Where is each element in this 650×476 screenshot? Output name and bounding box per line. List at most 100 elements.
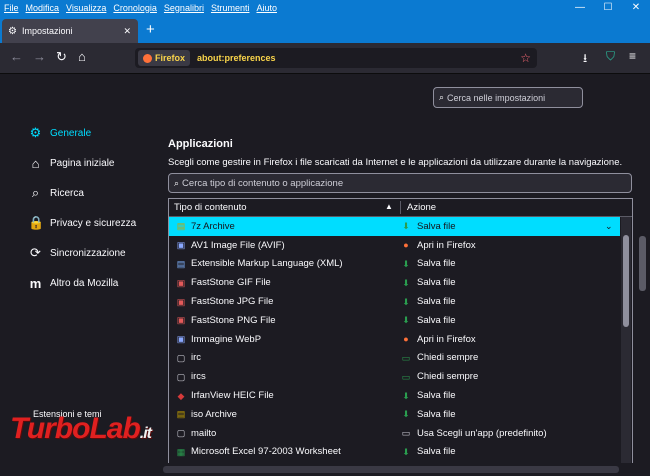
sidebar-item-label: Pagina iniziale — [50, 157, 115, 169]
chevron-down-icon[interactable]: ⌄ — [605, 221, 613, 232]
content-type: Microsoft Excel 97-2003 Worksheet — [191, 446, 341, 458]
menu-strumenti[interactable]: Strumenti — [211, 3, 250, 13]
menu-segnalibri[interactable]: Segnalibri — [164, 3, 204, 13]
menu-cronologia[interactable]: Cronologia — [113, 3, 157, 13]
maximize-icon[interactable]: ☐ — [594, 0, 622, 15]
forward-icon[interactable]: → — [33, 49, 46, 64]
tab-strip: ⚙ Impostazioni ✕ + — [0, 15, 650, 43]
horizontal-scrollbar[interactable] — [0, 463, 650, 476]
choose-app-icon: ▭ — [401, 428, 411, 439]
action-label[interactable]: Apri in Firefox — [417, 334, 476, 345]
gif-file-icon: ▣ — [176, 277, 186, 288]
action-label[interactable]: Salva file — [417, 296, 456, 307]
table-row[interactable]: ▣ FastStone GIF File ⬇ Salva file — [169, 273, 620, 292]
reload-icon[interactable]: ↻ — [56, 49, 67, 65]
identity-box[interactable]: Firefox — [138, 50, 191, 66]
menu-bar: File Modifica Visualizza Cronologia Segn… — [0, 0, 650, 15]
menu-modifica[interactable]: Modifica — [26, 3, 60, 13]
firefox-icon — [143, 53, 152, 63]
action-label[interactable]: Salva file — [417, 221, 456, 232]
home-icon[interactable]: ⌂ — [78, 49, 86, 64]
close-tab-icon[interactable]: ✕ — [123, 26, 131, 37]
url-bar[interactable]: Firefox about:preferences ☆ — [135, 48, 537, 68]
table-row[interactable]: ▣ AV1 Image File (AVIF) ● Apri in Firefo… — [169, 236, 620, 255]
column-divider[interactable] — [400, 201, 401, 214]
excel-file-icon: ▦ — [176, 446, 186, 457]
table-row[interactable]: ▢ ircs ▭ Chiedi sempre — [169, 367, 620, 386]
action-label[interactable]: Chiedi sempre — [417, 371, 478, 382]
menu-visualizza[interactable]: Visualizza — [66, 3, 106, 13]
horizontal-scrollbar-thumb[interactable] — [163, 466, 619, 473]
menu-aiuto[interactable]: Aiuto — [256, 3, 277, 13]
tab-impostazioni[interactable]: ⚙ Impostazioni ✕ — [2, 19, 138, 43]
url-text[interactable]: about:preferences — [197, 53, 520, 63]
table-scrollbar-thumb[interactable] — [623, 235, 629, 327]
close-window-icon[interactable]: ✕ — [622, 0, 650, 15]
minimize-icon[interactable]: — — [566, 0, 594, 15]
table-row[interactable]: ▤ Extensible Markup Language (XML) ⬇ Sal… — [169, 255, 620, 274]
page-scrollbar-thumb[interactable] — [639, 236, 646, 291]
action-label[interactable]: Salva file — [417, 446, 456, 457]
table-header: Tipo di contenuto ▲ Azione — [169, 199, 632, 217]
table-row[interactable]: ▢ irc ▭ Chiedi sempre — [169, 349, 620, 368]
action-label[interactable]: Salva file — [417, 315, 456, 326]
sidebar-item-label: Ricerca — [50, 187, 84, 199]
hamburger-menu-icon[interactable]: ≡ — [629, 49, 636, 63]
sidebar-item-ricerca[interactable]: ⌕ Ricerca — [28, 178, 136, 208]
watermark-lab: Lab — [89, 412, 140, 445]
tab-title: Impostazioni — [21, 26, 73, 36]
png-file-icon: ▣ — [176, 315, 186, 326]
new-tab-button[interactable]: + — [146, 21, 155, 38]
home-icon: ⌂ — [31, 155, 40, 171]
table-row[interactable]: ◆ IrfanView HEIC File ⬇ Salva file — [169, 386, 620, 405]
search-icon: ⌕ — [174, 177, 180, 188]
downloads-icon[interactable]: ⭳ — [583, 49, 587, 70]
sidebar-item-label: Altro da Mozilla — [50, 277, 119, 289]
column-header-action[interactable]: Azione — [407, 202, 436, 213]
action-label[interactable]: Salva file — [417, 390, 456, 401]
search-icon: ⌕ — [439, 92, 445, 102]
table-row[interactable]: ▤ iso Archive ⬇ Salva file — [169, 405, 620, 424]
search-placeholder: Cerca nelle impostazioni — [447, 92, 546, 103]
save-file-icon: ⬇ — [402, 315, 410, 326]
section-description: Scegli come gestire in Firefox i file sc… — [168, 157, 623, 168]
content-type: FastStone GIF File — [191, 277, 271, 289]
action-label[interactable]: Salva file — [417, 277, 456, 288]
table-row[interactable]: ▣ FastStone PNG File ⬇ Salva file — [169, 311, 620, 330]
table-row[interactable]: ▣ FastStone JPG File ⬇ Salva file — [169, 292, 620, 311]
save-file-icon: ⬇ — [402, 296, 410, 307]
sidebar-item-pagina-iniziale[interactable]: ⌂ Pagina iniziale — [28, 148, 136, 178]
action-label[interactable]: Chiedi sempre — [417, 352, 478, 363]
sidebar-item-generale[interactable]: ⚙ Generale — [28, 118, 136, 148]
action-label[interactable]: Apri in Firefox — [417, 240, 476, 251]
menu-file[interactable]: File — [4, 3, 19, 13]
table-scrollbar[interactable] — [621, 217, 631, 464]
back-icon[interactable]: ← — [10, 49, 23, 64]
bookmark-star-icon[interactable]: ☆ — [520, 51, 531, 65]
action-label[interactable]: Usa Scegli un'app (predefinito) — [417, 428, 547, 439]
sidebar: ⚙ Generale ⌂ Pagina iniziale ⌕ Ricerca 🔒… — [28, 118, 136, 298]
watermark-turbo: Turbo — [10, 412, 90, 445]
content-type-filter-input[interactable]: ⌕ Cerca tipo di contenuto o applicazione — [168, 173, 632, 193]
table-row[interactable]: ▣ Immagine WebP ● Apri in Firefox — [169, 330, 620, 349]
xml-file-icon: ▤ — [176, 258, 186, 269]
action-label[interactable]: Salva file — [417, 409, 456, 420]
search-icon: ⌕ — [31, 185, 40, 200]
action-label[interactable]: Salva file — [417, 258, 456, 269]
protocol-icon: ▢ — [176, 371, 186, 382]
sidebar-item-sincronizzazione[interactable]: ⟳ Sincronizzazione — [28, 238, 136, 268]
content-type: FastStone PNG File — [191, 314, 276, 326]
extension-shield-icon[interactable]: ⛉ — [606, 49, 615, 64]
sidebar-item-privacy[interactable]: 🔒 Privacy e sicurezza — [28, 208, 136, 238]
column-header-type[interactable]: Tipo di contenuto — [174, 202, 247, 213]
sidebar-item-mozilla[interactable]: m Altro da Mozilla — [28, 268, 136, 298]
mozilla-icon: m — [29, 275, 42, 291]
sidebar-item-label: Privacy e sicurezza — [50, 217, 137, 229]
search-preferences-input[interactable]: ⌕ Cerca nelle impostazioni — [433, 87, 583, 108]
jpg-file-icon: ▣ — [176, 296, 186, 307]
table-row[interactable]: ▦ Microsoft Excel 97-2003 Worksheet ⬇ Sa… — [169, 443, 620, 462]
table-row[interactable]: ▤ 7z Archive ⬇ Salva file ⌄ — [169, 217, 620, 236]
save-file-icon: ⬇ — [402, 390, 410, 401]
table-row[interactable]: ▢ mailto ▭ Usa Scegli un'app (predefinit… — [169, 424, 620, 443]
content-type: iso Archive — [191, 408, 237, 420]
